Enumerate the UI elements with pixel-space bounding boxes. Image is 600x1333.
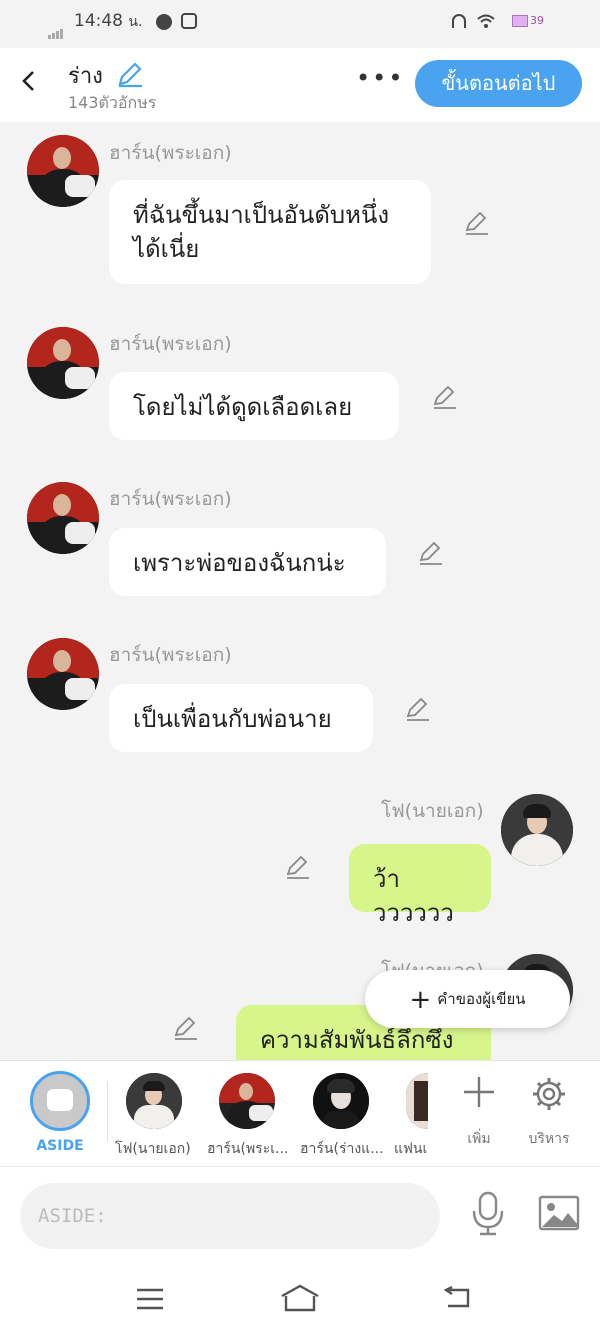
gear-icon[interactable] — [530, 1075, 568, 1113]
message-bubble[interactable]: ที่ฉันขึ้นมาเป็นอันดับหนึ่ง ได้เนี่ย — [109, 180, 431, 284]
author-note-label: คำของผู้เขียน — [437, 990, 526, 1008]
input-bar — [0, 1166, 600, 1267]
character-bar: ASIDE โฟ(นายเอก) ฮาร์น(พระเ... ฮาร์น(ร่า… — [0, 1060, 600, 1167]
divider — [107, 1081, 108, 1141]
character-label: โฟ(นายเอก) — [115, 1141, 191, 1157]
manage-label: บริหาร — [528, 1131, 570, 1147]
pencil-icon[interactable] — [464, 210, 490, 236]
author-note-button[interactable]: + คำของผู้เขียน — [365, 970, 570, 1028]
messenger-icon — [156, 14, 172, 30]
chat-area[interactable]: ฮาร์น(พระเอก) ที่ฉันขึ้นมาเป็นอันดับหนึ่… — [0, 122, 600, 1060]
aside-label: ASIDE — [36, 1138, 84, 1154]
page-title: ร่าง — [68, 58, 144, 94]
avatar[interactable] — [27, 482, 99, 554]
pencil-icon[interactable] — [116, 60, 144, 94]
headphones-icon — [452, 14, 466, 28]
note-icon — [47, 1089, 73, 1111]
character-label: แฟนเ — [394, 1141, 428, 1157]
title-text: ร่าง — [68, 64, 103, 89]
pencil-icon[interactable] — [405, 696, 431, 722]
sender-name: โฟ(นายเอก) — [381, 800, 484, 822]
sender-name: ฮาร์น(พระเอก) — [109, 644, 232, 666]
character-harn-lead[interactable] — [219, 1073, 275, 1129]
avatar[interactable] — [27, 327, 99, 399]
sender-name: ฮาร์น(พระเอก) — [109, 142, 232, 164]
pencil-icon[interactable] — [418, 540, 444, 566]
add-label: เพิ่ม — [467, 1131, 491, 1147]
aside-button[interactable] — [30, 1071, 90, 1131]
character-fo[interactable] — [126, 1073, 182, 1129]
avatar[interactable] — [501, 794, 573, 866]
system-back-icon[interactable] — [442, 1286, 472, 1310]
sender-name: ฮาร์น(พระเอก) — [109, 333, 232, 355]
add-character-button[interactable] — [462, 1075, 496, 1116]
avatar[interactable] — [27, 135, 99, 207]
home-icon[interactable] — [280, 1284, 320, 1312]
image-icon[interactable] — [538, 1195, 580, 1231]
system-nav-bar — [0, 1266, 600, 1333]
battery-indicator: 39 — [512, 14, 544, 27]
character-harn-alt[interactable] — [313, 1073, 369, 1129]
avatar[interactable] — [27, 638, 99, 710]
sender-name: ฮาร์น(พระเอก) — [109, 488, 232, 510]
message-bubble[interactable]: เป็นเพื่อนกับพ่อนาย — [109, 684, 373, 752]
header: ร่าง 143ตัวอักษร ••• ขั้นตอนต่อไป — [0, 48, 600, 122]
status-bar: 14:48 น. 39 — [0, 0, 600, 48]
plus-icon: + — [409, 984, 432, 1015]
status-time: 14:48 น. — [74, 11, 143, 31]
microphone-icon[interactable] — [470, 1191, 506, 1237]
message-input[interactable] — [20, 1183, 440, 1249]
more-options-button[interactable]: ••• — [356, 64, 404, 92]
character-label: ฮาร์น(ร่างแ... — [300, 1141, 384, 1157]
plus-icon — [464, 1077, 494, 1107]
character-label: ฮาร์น(พระเ... — [207, 1141, 289, 1157]
pencil-icon[interactable] — [173, 1015, 199, 1041]
pencil-icon[interactable] — [432, 384, 458, 410]
wifi-icon — [477, 14, 495, 28]
pencil-icon[interactable] — [285, 854, 311, 880]
message-bubble[interactable]: โดยไม่ได้ดูดเลือดเลย — [109, 372, 399, 440]
recent-apps-icon[interactable] — [136, 1288, 164, 1310]
back-icon[interactable] — [14, 66, 44, 96]
message-bubble[interactable]: เพราะพ่อของฉันกน่ะ — [109, 528, 386, 596]
youtube-icon — [181, 13, 197, 29]
signal-icon — [48, 20, 64, 39]
character-fan[interactable] — [406, 1073, 428, 1129]
message-bubble[interactable]: ว้าวววววว — [349, 844, 491, 927]
next-step-button[interactable]: ขั้นตอนต่อไป — [415, 60, 582, 107]
char-count: 143ตัวอักษร — [68, 93, 157, 112]
